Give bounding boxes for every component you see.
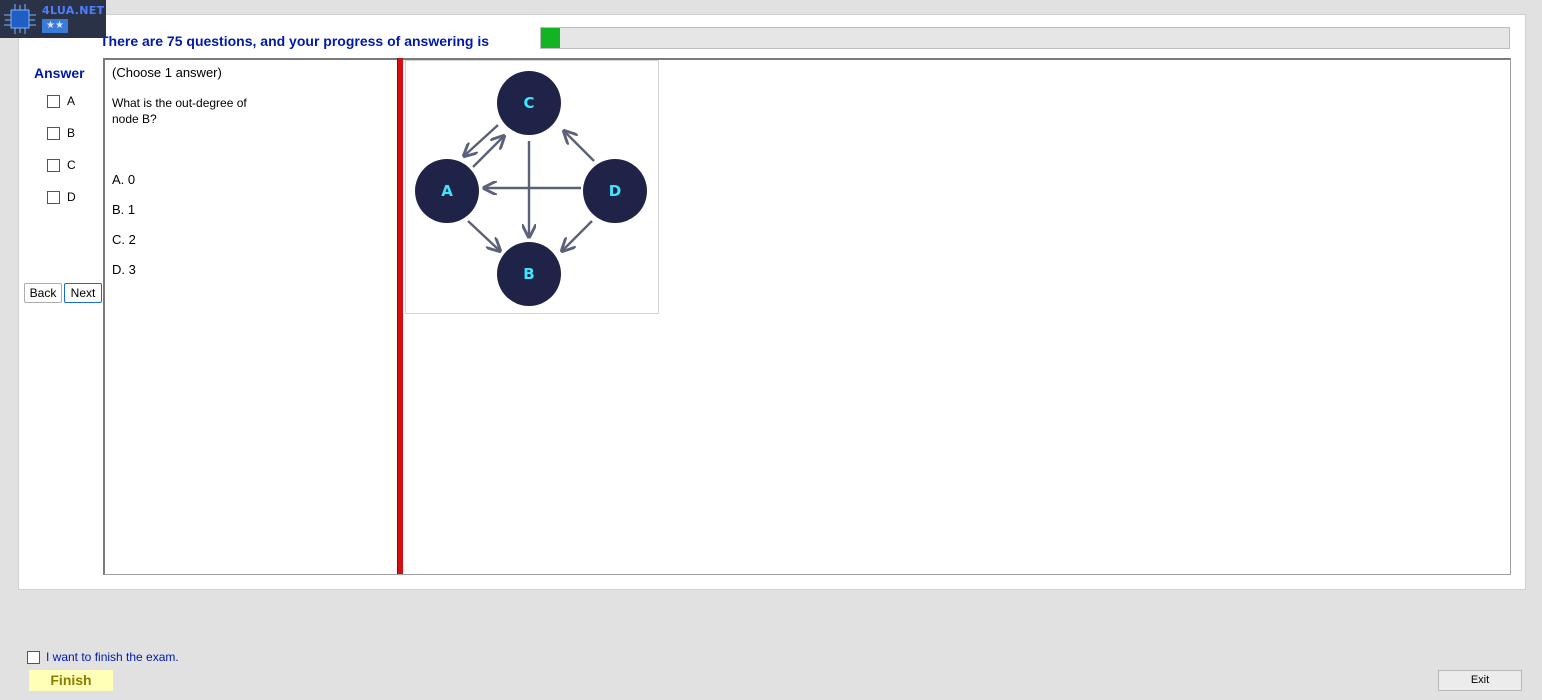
finish-button[interactable]: Finish [29,670,113,691]
answer-option-d[interactable]: D [47,190,76,204]
graph-node-label: A [441,182,453,200]
next-button[interactable]: Next [64,283,102,303]
answer-choice: B. 1 [112,202,136,217]
answer-option-label: D [67,190,76,204]
answer-panel-title: Answer [34,65,85,81]
answer-option-b[interactable]: B [47,126,75,140]
checkbox-a[interactable] [47,94,60,108]
logo-brand-text: 4LUA.NET [42,4,105,17]
graph-node-label: C [523,94,534,112]
checkbox-d[interactable] [47,190,60,204]
answer-choice: D. 3 [112,262,136,277]
answer-option-label: A [67,94,76,108]
graph-edge [464,124,499,156]
answer-choice: C. 2 [112,232,136,247]
site-logo: 4LUA.NET ★★ [0,0,106,38]
answer-option-label: C [67,158,76,172]
checkbox-b[interactable] [47,126,60,140]
finish-exam-checkbox[interactable]: I want to finish the exam. [27,650,179,664]
graph-edge [467,220,500,251]
checkbox-c[interactable] [47,158,60,172]
progress-bar [540,27,1510,49]
checkbox[interactable] [27,650,40,664]
pane-splitter[interactable] [397,58,403,574]
choose-hint: (Choose 1 answer) [112,65,222,80]
question-image: C A D B [405,60,659,314]
graph-node-label: B [523,265,534,283]
progress-fill [541,28,561,48]
graph-edge [564,131,595,162]
progress-label: There are 75 questions, and your progres… [100,33,489,49]
answer-choice: A. 0 [112,172,136,187]
finish-exam-label: I want to finish the exam. [46,650,179,664]
graph-node-label: D [609,182,621,200]
graph-node-c: C [497,71,561,135]
graph-node-d: D [583,159,647,223]
graph-node-b: B [497,242,561,306]
back-button[interactable]: Back [24,283,62,303]
chip-icon [4,4,36,34]
question-frame: (Choose 1 answer) What is the out-degree… [103,58,1511,575]
graph-edge [472,136,504,168]
logo-badge: ★★ [42,19,68,33]
answer-option-c[interactable]: C [47,158,76,172]
graph-edge [562,220,593,251]
answer-option-a[interactable]: A [47,94,75,108]
question-text: What is the out-degree of node B? [112,96,247,126]
exit-button[interactable]: Exit [1438,670,1522,691]
question-pane: (Choose 1 answer) What is the out-degree… [105,60,397,574]
graph-node-a: A [415,159,479,223]
graph-diagram: C A D B [415,71,647,306]
answer-option-label: B [67,126,76,140]
app-window: 4LUA.NET ★★ There are 75 questions, and … [0,0,1542,700]
